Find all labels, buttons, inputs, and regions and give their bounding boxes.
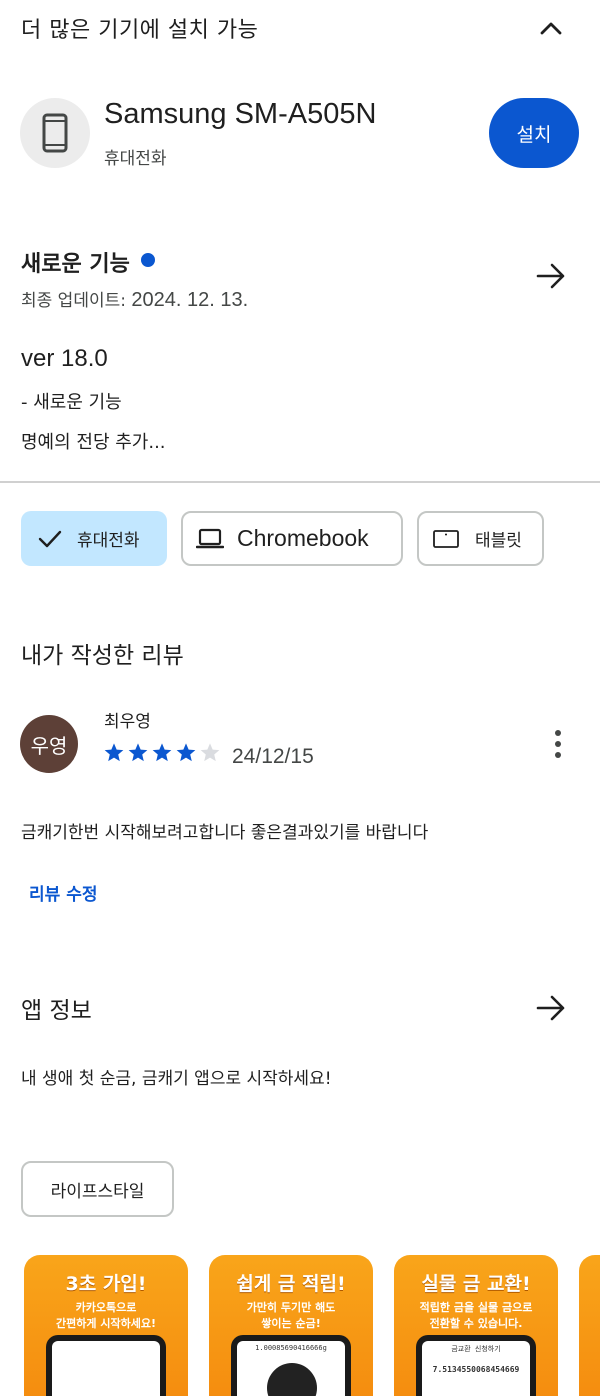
phone-mockup: 금교환 신청하기 7.5134550068454669: [416, 1335, 536, 1396]
app-info-title: 앱 정보: [21, 998, 92, 1024]
star-empty-icon: [200, 743, 220, 762]
app-description: 내 생애 첫 순금, 금캐기 앱으로 시작하세요!: [21, 1069, 332, 1089]
screenshot-headline: 3초 가입!: [65, 1273, 147, 1295]
gold-coin-graphic: [267, 1363, 317, 1396]
screenshot-subtext: 전환할 수 있습니다.: [429, 1317, 523, 1330]
whats-new-title: 새로운 기능: [21, 252, 130, 277]
chip-chromebook[interactable]: Chromebook: [181, 511, 403, 566]
screenshot-subtext: 카카오톡으로: [75, 1301, 137, 1314]
screenshot-subtext: 적립한 금을 실물 금으로: [419, 1301, 533, 1314]
install-button[interactable]: 설치: [489, 98, 579, 168]
my-review-title: 내가 작성한 리뷰: [21, 643, 184, 669]
version-text: ver 18.0: [21, 345, 108, 372]
check-icon: [35, 529, 65, 549]
star-rating: [103, 742, 221, 764]
screen-text: 7.5134550068454669: [432, 1365, 520, 1374]
smartphone-icon: [42, 113, 68, 153]
tablet-icon: [431, 528, 461, 550]
device-type: 휴대전화: [104, 149, 167, 169]
screenshot-subtext: 간편하게 시작하세요!: [56, 1317, 156, 1330]
screen-text: 금교환 신청하기: [451, 1345, 501, 1353]
chip-phone-label: 휴대전화: [77, 531, 140, 551]
chip-phone[interactable]: 휴대전화: [21, 511, 167, 566]
laptop-icon: [195, 528, 225, 550]
reviewer-name: 최우영: [104, 712, 151, 732]
release-note-line: 명예의 전당 추가...: [21, 432, 166, 453]
screenshot-headline: 실물 금 교환!: [421, 1273, 531, 1295]
avatar: 우영: [20, 715, 78, 773]
screen-text: 1.00085690416666g: [255, 1344, 327, 1352]
device-name: Samsung SM-A505N: [104, 98, 377, 130]
screenshot-headline: 쉽게 금 적립!: [236, 1273, 346, 1295]
device-avatar: [20, 98, 90, 168]
new-indicator-dot: [141, 253, 155, 267]
screenshot-thumbnail[interactable]: 3초 가입! 카카오톡으로 간편하게 시작하세요!: [24, 1255, 188, 1396]
last-update-date: 2024. 12. 13.: [131, 289, 249, 311]
edit-review-link[interactable]: 리뷰 수정: [29, 880, 97, 905]
divider: [0, 481, 600, 483]
chip-tablet-label: 태블릿: [475, 531, 522, 551]
last-update-label: 최종 업데이트:: [21, 291, 126, 311]
star-filled-icon: [128, 743, 148, 762]
more-vert-icon[interactable]: [545, 726, 571, 762]
screenshot-subtext: 가만히 두기만 해도: [246, 1301, 336, 1314]
star-filled-icon: [152, 743, 172, 762]
release-note-line: - 새로운 기능: [21, 392, 122, 413]
category-chip[interactable]: 라이프스타일: [21, 1161, 174, 1217]
devices-section-title: 더 많은 기기에 설치 가능: [21, 18, 259, 43]
review-text: 금캐기한번 시작해보려고합니다 좋은결과있기를 바랍니다: [21, 823, 429, 843]
review-date: 24/12/15: [232, 745, 314, 768]
phone-mockup: 1.00085690416666g: [231, 1335, 351, 1396]
chevron-up-icon[interactable]: [534, 14, 568, 42]
last-update: 최종 업데이트: 2024. 12. 13.: [21, 286, 248, 312]
arrow-right-icon[interactable]: [532, 990, 570, 1026]
arrow-right-icon[interactable]: [532, 258, 570, 294]
star-filled-icon: [176, 743, 196, 762]
screenshot-thumbnail[interactable]: [579, 1255, 600, 1396]
chip-tablet[interactable]: 태블릿: [417, 511, 544, 566]
screenshot-thumbnail[interactable]: 쉽게 금 적립! 가만히 두기만 해도 쌓이는 순금! 1.0008569041…: [209, 1255, 373, 1396]
phone-mockup: [46, 1335, 166, 1396]
chip-chromebook-label: Chromebook: [237, 525, 369, 551]
star-filled-icon: [104, 743, 124, 762]
screenshot-thumbnail[interactable]: 실물 금 교환! 적립한 금을 실물 금으로 전환할 수 있습니다. 금교환 신…: [394, 1255, 558, 1396]
screenshot-subtext: 쌓이는 순금!: [261, 1317, 321, 1330]
